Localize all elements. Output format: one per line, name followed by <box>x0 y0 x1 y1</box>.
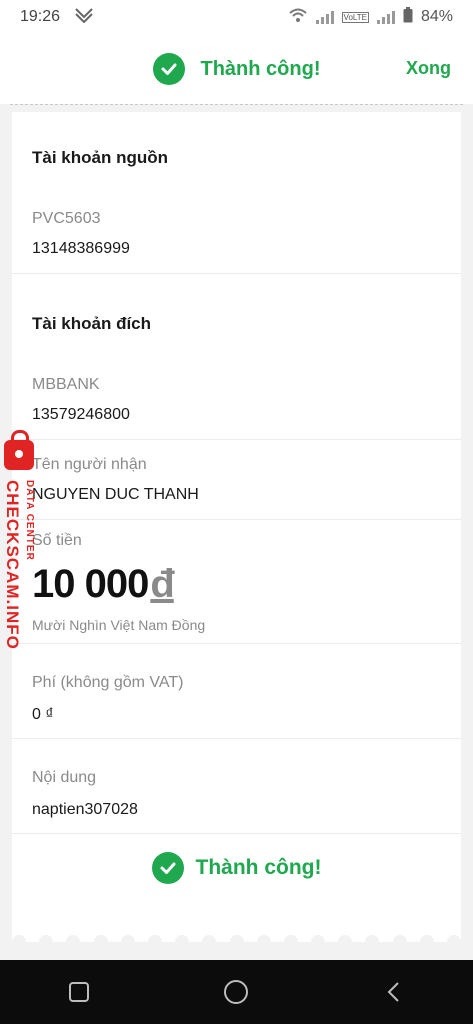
system-nav-bar <box>0 960 473 1024</box>
status-time: 19:26 <box>20 8 61 25</box>
watermark-text: CHECKSCAM.INFO <box>3 480 22 650</box>
amount-value: 10 000đ <box>32 562 175 607</box>
source-account-number: 13148386999 <box>32 240 130 257</box>
back-button[interactable] <box>374 972 414 1012</box>
wifi-icon <box>288 7 308 28</box>
check-circle-icon <box>152 53 185 85</box>
dashed-divider <box>10 104 463 105</box>
watermark-subtext: DATA CENTER <box>24 480 35 561</box>
source-account-title: Tài khoản nguồn <box>32 148 168 167</box>
dest-bank-name: MBBANK <box>32 376 100 393</box>
fee-section: Phí (không gồm VAT) 0 ₫ <box>12 644 461 739</box>
footer-success: Thành công! <box>12 852 461 884</box>
recent-apps-button[interactable] <box>59 972 99 1012</box>
circle-icon <box>224 980 249 1004</box>
battery-icon <box>403 6 413 28</box>
content-value: naptien307028 <box>32 801 138 818</box>
source-account-section: Tài khoản nguồn PVC5603 13148386999 <box>12 112 461 274</box>
source-account-name: PVC5603 <box>32 210 101 227</box>
content-section: Nội dung naptien307028 <box>12 739 461 834</box>
footer-success-text: Thành công! <box>195 856 322 879</box>
receipt-card: Tài khoản nguồn PVC5603 13148386999 Tài … <box>12 112 461 942</box>
volte-badge: VoLTE <box>341 11 369 23</box>
signal-icon-2 <box>376 10 395 24</box>
square-icon <box>68 982 89 1002</box>
dest-account-section: Tài khoản đích MBBANK 13579246800 <box>12 274 461 440</box>
notification-icon <box>74 7 94 28</box>
recipient-label: Tên người nhận <box>32 456 147 473</box>
amount-number: 10 000 <box>32 562 149 606</box>
status-bar: 19:26 VoLTE 84% <box>0 0 473 34</box>
fee-value: 0 ₫ <box>32 706 54 723</box>
amount-in-words: Mười Nghìn Việt Nam Đồng <box>32 617 206 633</box>
currency-symbol: đ <box>150 562 174 606</box>
lock-icon <box>4 430 34 470</box>
signal-icon <box>315 10 334 24</box>
app-header: Thành công! Xong <box>0 34 473 104</box>
recipient-section: Tên người nhận NGUYEN DUC THANH <box>12 440 461 520</box>
receipt-scalloped-edge <box>12 928 461 942</box>
dest-account-title: Tài khoản đích <box>32 314 152 333</box>
battery-level: 84% <box>420 8 453 25</box>
dest-account-number: 13579246800 <box>32 406 130 423</box>
fee-label: Phí (không gồm VAT) <box>32 674 184 691</box>
chevron-left-icon <box>387 982 399 1002</box>
page-title: Thành công! <box>200 57 321 80</box>
check-circle-icon <box>151 852 184 884</box>
done-button[interactable]: Xong <box>406 58 451 79</box>
home-button[interactable] <box>216 972 256 1012</box>
checkscam-watermark: CHECKSCAM.INFO DATA CENTER <box>0 430 40 666</box>
content-label: Nội dung <box>32 769 97 786</box>
recipient-name: NGUYEN DUC THANH <box>32 486 199 503</box>
